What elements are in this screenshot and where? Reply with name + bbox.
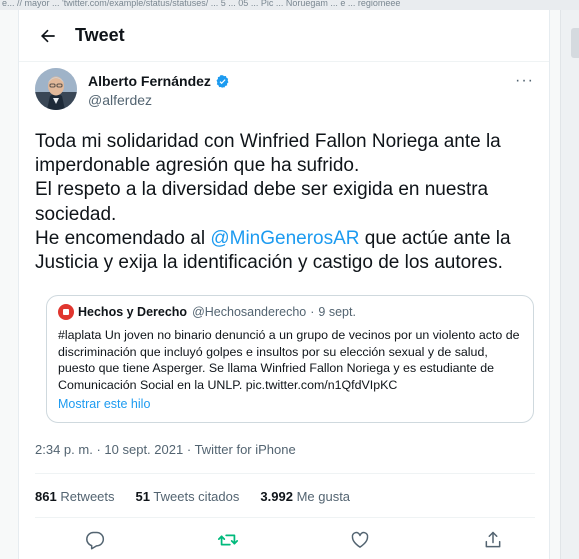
quoted-tweet-text: #laplata Un joven no binario denunció a … <box>58 328 520 392</box>
tweet-action-bar <box>79 524 509 556</box>
author-handle[interactable]: @alferdez <box>88 92 230 108</box>
arrow-left-icon[interactable] <box>35 23 61 49</box>
reply-icon[interactable] <box>79 524 111 556</box>
tweet-header: Tweet <box>19 10 549 62</box>
show-thread-link[interactable]: Mostrar este hilo <box>58 397 522 411</box>
quoted-date: 9 sept. <box>318 305 356 319</box>
tweet-text-segment: He encomendado al <box>35 227 211 249</box>
heart-icon[interactable] <box>344 524 376 556</box>
retweets-label: Retweets <box>60 489 115 504</box>
browser-url-text: e... // mayor ... 'twitter.com/example/s… <box>2 0 401 8</box>
tweet-text-line-2: El respeto a la diversidad debe ser exig… <box>35 179 489 225</box>
divider <box>35 473 535 474</box>
author-name-row: Alberto Fernández <box>88 73 230 89</box>
page-title: Tweet <box>75 25 125 45</box>
engagement-stats: 861 Retweets 51 Tweets citados 3.992 Me … <box>35 489 371 504</box>
mention-link[interactable]: @MinGenerosAR <box>210 228 359 249</box>
side-panel-edge <box>560 10 579 559</box>
author-name[interactable]: Alberto Fernández <box>88 73 211 89</box>
verified-badge-icon <box>216 74 229 88</box>
author-avatar[interactable] <box>35 68 77 110</box>
divider <box>35 517 535 518</box>
share-icon[interactable] <box>477 524 509 556</box>
tweet-timestamp: 2:34 p. m. · 10 sept. 2021 · Twitter for… <box>35 442 296 457</box>
quotes-label: Tweets citados <box>153 489 240 504</box>
side-panel-element <box>571 28 579 58</box>
likes-stat[interactable]: 3.992 Me gusta <box>260 489 350 504</box>
quoted-author-handle: @Hechosanderecho <box>192 305 307 319</box>
meta-separator: · <box>96 442 101 457</box>
tweet-text: Toda mi solidaridad con Winfried Fallon … <box>35 130 540 275</box>
retweets-stat[interactable]: 861 Retweets <box>35 489 115 504</box>
browser-url-bar: e... // mayor ... 'twitter.com/example/s… <box>0 0 579 10</box>
tweet-text-line-1: Toda mi solidaridad con Winfried Fallon … <box>35 131 501 177</box>
meta-separator: · <box>186 442 192 457</box>
quoted-tweet[interactable]: Hechos y Derecho @Hechosanderecho · 9 se… <box>46 295 534 423</box>
tweet-time[interactable]: 2:34 p. m. <box>35 442 93 457</box>
likes-label: Me gusta <box>296 489 351 504</box>
tweet-text-line-3: He encomendado al @MinGenerosAR que actú… <box>35 227 540 275</box>
quoted-separator: · <box>310 305 315 319</box>
quote-tweets-stat[interactable]: 51 Tweets citados <box>136 489 240 504</box>
retweets-count: 861 <box>35 489 57 504</box>
quoted-author-name: Hechos y Derecho <box>78 305 188 319</box>
quotes-count: 51 <box>135 489 150 504</box>
likes-count: 3.992 <box>260 489 293 504</box>
tweet-source[interactable]: Twitter for iPhone <box>195 442 296 457</box>
more-options-icon[interactable]: ··· <box>515 72 534 90</box>
tweet-detail-column: Tweet Alberto Fernández @alferdez ··· To… <box>18 10 550 559</box>
tweet-date[interactable]: 10 sept. 2021 <box>104 442 183 457</box>
author-block: Alberto Fernández @alferdez <box>88 73 230 108</box>
quoted-author-avatar <box>58 304 74 320</box>
retweet-icon[interactable] <box>212 524 244 556</box>
quoted-tweet-header: Hechos y Derecho @Hechosanderecho · 9 se… <box>58 304 522 320</box>
